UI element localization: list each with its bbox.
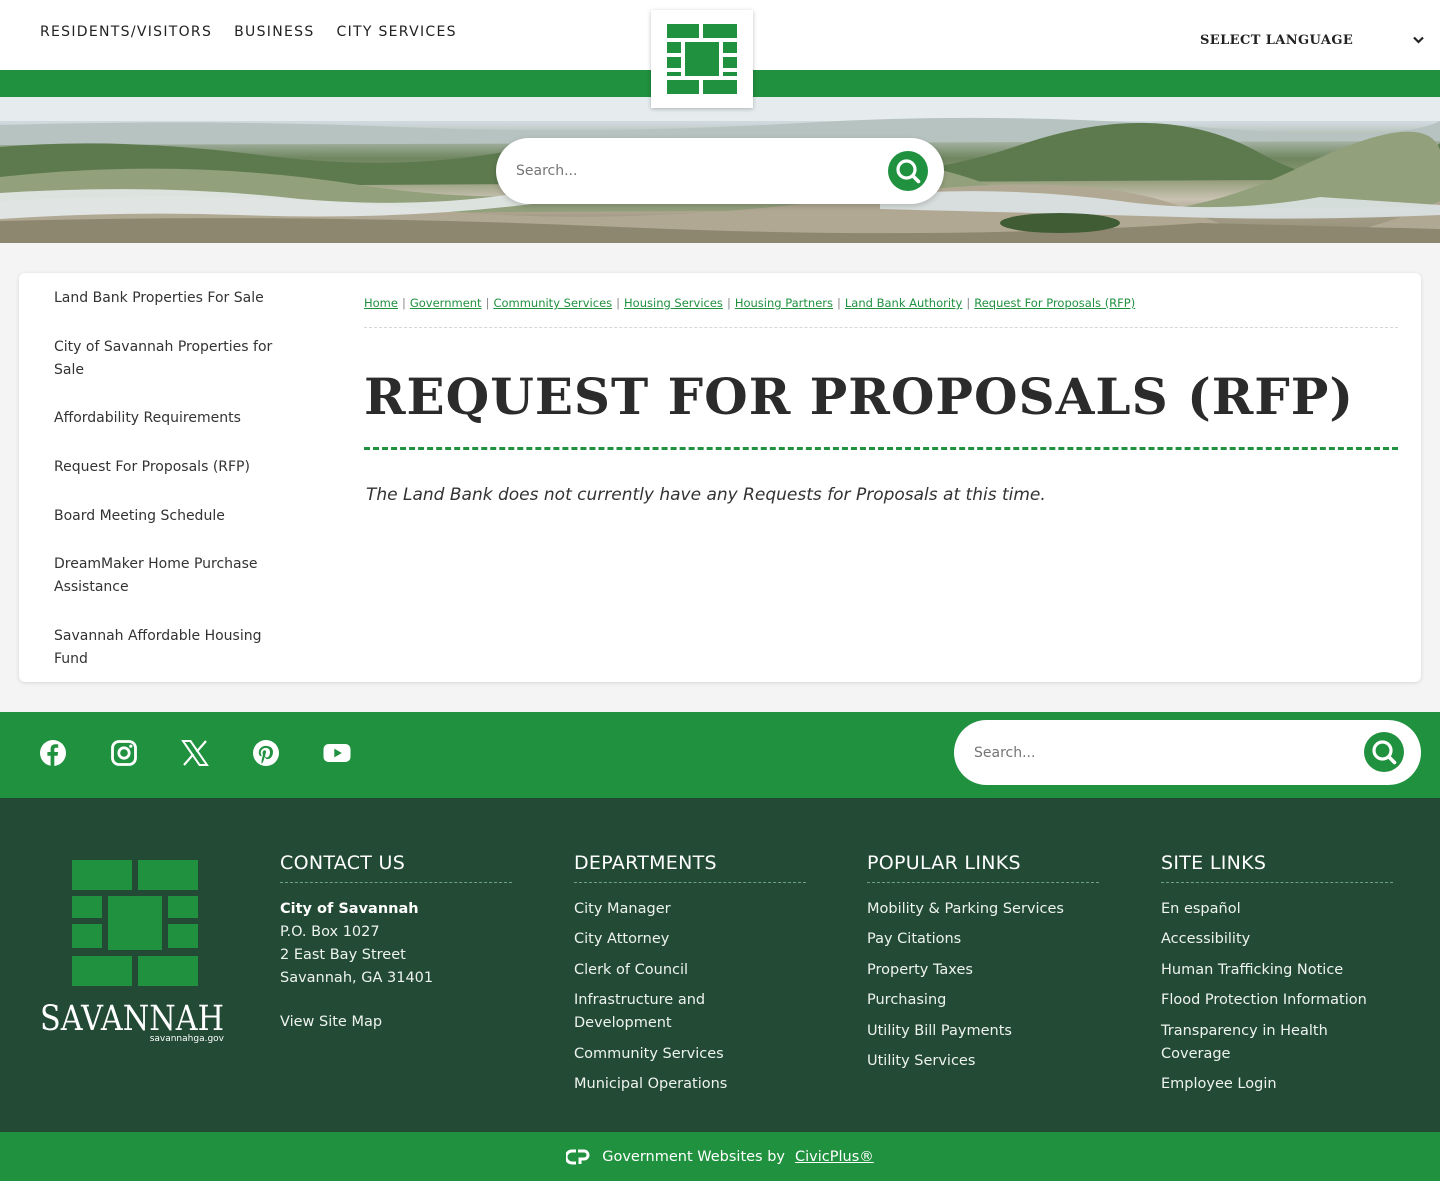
breadcrumb-separator: | — [726, 296, 731, 310]
site-link[interactable]: En español — [1161, 898, 1393, 921]
facebook-icon[interactable] — [38, 738, 68, 768]
footer-popular-links-column: POPULAR LINKS Mobility & Parking Service… — [867, 852, 1099, 1080]
language-select-label: SELECT LANGUAGE — [1200, 32, 1354, 48]
chevron-down-icon — [1413, 33, 1424, 47]
search-icon — [1372, 740, 1397, 765]
sidebar-item-board-meetings[interactable]: Board Meeting Schedule — [54, 505, 294, 528]
popular-link[interactable]: Mobility & Parking Services — [867, 898, 1099, 921]
breadcrumb-community-services[interactable]: Community Services — [493, 296, 612, 310]
site-link[interactable]: Employee Login — [1161, 1073, 1393, 1096]
contact-address-line: 2 East Bay Street — [280, 947, 406, 963]
breadcrumb-housing-partners[interactable]: Housing Partners — [735, 296, 833, 310]
site-link[interactable]: Accessibility — [1161, 928, 1393, 951]
site-link[interactable]: Human Trafficking Notice — [1161, 959, 1393, 982]
rfp-notice-text: The Land Bank does not currently have an… — [366, 485, 1046, 505]
breadcrumb-land-bank-authority[interactable]: Land Bank Authority — [845, 296, 962, 310]
hero-search-input[interactable] — [516, 160, 876, 182]
language-select[interactable]: SELECT LANGUAGE — [1200, 30, 1424, 50]
breadcrumb-home[interactable]: Home — [364, 296, 398, 310]
civicplus-credit-bar: Government Websites by CivicPlus® — [0, 1132, 1440, 1181]
content-card: Land Bank Properties For Sale City of Sa… — [19, 273, 1421, 682]
footer-logo-domain: savannahga.gov — [150, 1034, 225, 1044]
footer-search-input[interactable] — [974, 742, 1354, 764]
footer-logo-text: SAVANNAH — [40, 999, 224, 1039]
x-icon[interactable] — [180, 738, 210, 768]
sidebar-item-affordability[interactable]: Affordability Requirements — [54, 407, 294, 430]
popular-link[interactable]: Property Taxes — [867, 959, 1099, 982]
credit-text: Government Websites by — [602, 1148, 786, 1165]
department-link[interactable]: Infrastructure and Development — [574, 989, 806, 1035]
civicplus-link[interactable]: CivicPlus® — [795, 1149, 874, 1165]
department-link[interactable]: Clerk of Council — [574, 959, 806, 982]
breadcrumb-separator: | — [966, 296, 971, 310]
footer-search-box — [954, 720, 1421, 785]
search-icon — [896, 159, 921, 184]
page-title: REQUEST FOR PROPOSALS (RFP) — [364, 367, 1355, 426]
savannah-square-logo-icon — [667, 24, 737, 94]
breadcrumb-government[interactable]: Government — [410, 296, 482, 310]
contact-address-line: P.O. Box 1027 — [280, 924, 380, 940]
departments-heading: DEPARTMENTS — [574, 852, 806, 883]
footer-search-button[interactable] — [1364, 732, 1404, 772]
nav-residents-visitors[interactable]: RESIDENTS/VISITORS — [40, 24, 212, 40]
civicplus-logo-icon — [566, 1149, 590, 1164]
footer-contact-column: CONTACT US City of Savannah P.O. Box 102… — [280, 852, 512, 1041]
site-footer: SAVANNAH savannahga.gov CONTACT US City … — [0, 798, 1440, 1132]
view-site-map-link[interactable]: View Site Map — [280, 1011, 512, 1034]
nav-business[interactable]: BUSINESS — [234, 24, 314, 40]
city-logo-home-link[interactable] — [651, 10, 753, 108]
site-link[interactable]: Transparency in Health Coverage — [1161, 1020, 1393, 1066]
site-link[interactable]: Flood Protection Information — [1161, 989, 1393, 1012]
breadcrumb-separator: | — [401, 296, 406, 310]
social-bar — [0, 712, 1440, 798]
footer-savannah-logo[interactable]: SAVANNAH savannahga.gov — [40, 860, 226, 1044]
site-links-heading: SITE LINKS — [1161, 852, 1393, 883]
youtube-icon[interactable] — [322, 738, 352, 768]
breadcrumb-separator: | — [616, 296, 621, 310]
sidebar-item-dreammaker[interactable]: DreamMaker Home Purchase Assistance — [54, 553, 294, 599]
sidebar-item-city-properties[interactable]: City of Savannah Properties for Sale — [54, 336, 294, 382]
breadcrumb-divider — [364, 327, 1398, 328]
top-nav: RESIDENTS/VISITORS BUSINESS CITY SERVICE… — [40, 24, 457, 40]
popular-links-heading: POPULAR LINKS — [867, 852, 1099, 883]
contact-org-name: City of Savannah — [280, 901, 419, 917]
popular-link[interactable]: Utility Bill Payments — [867, 1020, 1099, 1043]
department-link[interactable]: Municipal Operations — [574, 1073, 806, 1096]
breadcrumb-rfp[interactable]: Request For Proposals (RFP) — [974, 296, 1135, 310]
contact-heading: CONTACT US — [280, 852, 512, 883]
contact-address-line: Savannah, GA 31401 — [280, 970, 434, 986]
breadcrumb: Home | Government | Community Services | Housi… — [364, 296, 1135, 310]
sidebar-item-housing-fund[interactable]: Savannah Affordable Housing Fund — [54, 625, 294, 671]
title-divider — [364, 447, 1398, 450]
nav-city-services[interactable]: CITY SERVICES — [337, 24, 457, 40]
footer-site-links-column: SITE LINKS En español Accessibility Huma… — [1161, 852, 1393, 1103]
breadcrumb-separator: | — [837, 296, 841, 310]
popular-link[interactable]: Pay Citations — [867, 928, 1099, 951]
department-link[interactable]: City Manager — [574, 898, 806, 921]
instagram-icon[interactable] — [109, 738, 139, 768]
department-link[interactable]: Community Services — [574, 1043, 806, 1066]
breadcrumb-housing-services[interactable]: Housing Services — [624, 296, 723, 310]
hero-search-box — [496, 138, 944, 204]
popular-link[interactable]: Purchasing — [867, 989, 1099, 1012]
breadcrumb-separator: | — [485, 296, 490, 310]
popular-link[interactable]: Utility Services — [867, 1050, 1099, 1073]
footer-departments-column: DEPARTMENTS City Manager City Attorney C… — [574, 852, 806, 1103]
sidebar-item-rfp[interactable]: Request For Proposals (RFP) — [54, 456, 294, 479]
sidebar-item-land-bank-properties[interactable]: Land Bank Properties For Sale — [54, 287, 294, 310]
department-link[interactable]: City Attorney — [574, 928, 806, 951]
pinterest-icon[interactable] — [251, 738, 281, 768]
hero-search-button[interactable] — [888, 151, 928, 191]
